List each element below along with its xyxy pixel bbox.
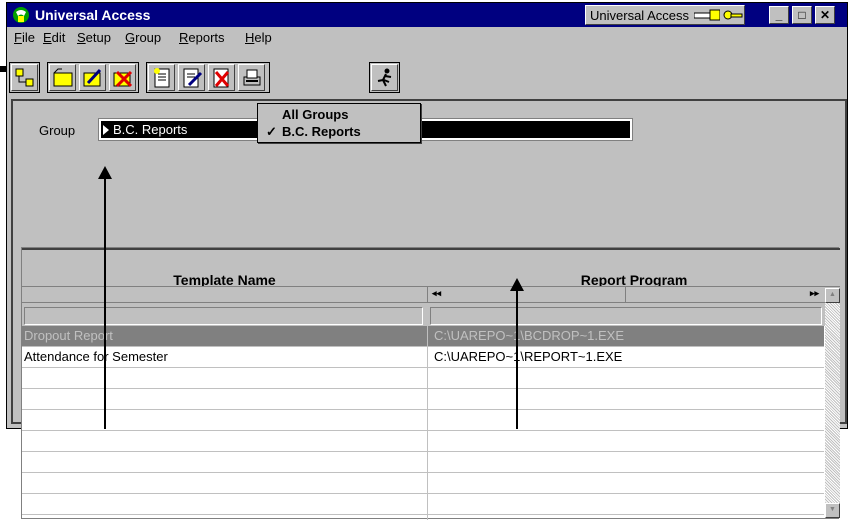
new-report-button[interactable]: [148, 64, 175, 91]
running-man-icon: [377, 68, 392, 87]
maximize-button[interactable]: □: [792, 6, 812, 24]
grid-hscroll-row: ◂◂ ▸▸: [22, 286, 840, 303]
dropdown-item-all-groups[interactable]: All Groups: [282, 107, 348, 122]
grid-filter-row: [22, 302, 840, 326]
vertical-scrollbar[interactable]: ▲ ▼: [825, 288, 840, 518]
empty-row[interactable]: [22, 431, 824, 452]
empty-row[interactable]: [22, 494, 824, 515]
column-divider: [427, 326, 428, 520]
table-row[interactable]: Dropout Report C:\UAREPO~1\BCDROP~1.EXE: [22, 326, 824, 347]
scroll-right-icon[interactable]: ▸▸: [810, 288, 819, 299]
empty-row[interactable]: [22, 410, 824, 431]
menu-edit[interactable]: Edit: [43, 30, 65, 45]
user-access-badge: Universal Access: [585, 5, 745, 25]
minimize-button[interactable]: _: [769, 6, 789, 24]
new-folder-icon: [53, 68, 73, 87]
edit-icon: [83, 68, 102, 87]
edit-group-button[interactable]: [79, 64, 106, 91]
annotation-arrow-line-left: [104, 178, 106, 429]
print-button[interactable]: [238, 64, 265, 91]
dropdown-item-bc-reports[interactable]: B.C. Reports: [282, 124, 361, 139]
template-grid: Template Name Report Program ◂◂ ▸▸ Dropo…: [21, 247, 840, 520]
menu-bar: File Edit Setup Group Reports Help: [7, 27, 847, 49]
empty-row[interactable]: [22, 473, 824, 494]
group-select-value: B.C. Reports: [113, 122, 188, 137]
filter-template-name[interactable]: [24, 307, 423, 325]
new-document-icon: [154, 68, 170, 88]
group-label: Group: [39, 123, 76, 138]
close-button[interactable]: ✕: [815, 6, 835, 24]
menu-group[interactable]: Group: [125, 30, 161, 45]
template-name-cell: Attendance for Semester: [24, 349, 168, 364]
hand-key-icon: [694, 9, 720, 21]
empty-row[interactable]: [22, 389, 824, 410]
printer-icon: [243, 69, 261, 86]
group-dropdown-menu: All Groups ✓ B.C. Reports: [257, 103, 421, 143]
expand-arrow-icon[interactable]: [103, 125, 109, 135]
scroll-up-button[interactable]: ▲: [825, 288, 840, 303]
template-name-cell: Dropout Report: [24, 328, 113, 343]
group-panel: Group B.C. Reports Template Name Report …: [11, 99, 847, 520]
menu-reports[interactable]: Reports: [179, 30, 225, 45]
edit-report-button[interactable]: [178, 64, 205, 91]
app-logo-icon: [13, 7, 29, 23]
annotation-arrow-up-icon: [98, 166, 112, 179]
delete-document-icon: [213, 68, 230, 88]
delete-report-button[interactable]: [208, 64, 235, 91]
toolbar: [7, 49, 847, 97]
menu-setup[interactable]: Setup: [77, 30, 111, 45]
filter-report-program[interactable]: [430, 307, 822, 325]
app-window: Universal Access Universal Access _ □ ✕ …: [6, 2, 848, 520]
annotation-arrow-up-icon: [510, 278, 524, 291]
badge-label: Universal Access: [590, 8, 689, 23]
grid-header: Template Name Report Program: [22, 248, 840, 288]
edit-document-icon: [183, 68, 203, 88]
scroll-down-button[interactable]: ▼: [825, 503, 840, 518]
menu-file[interactable]: File: [14, 30, 35, 45]
key-icon: [722, 8, 744, 22]
annotation-arrow-line-right: [516, 290, 518, 429]
title-bar[interactable]: Universal Access Universal Access _ □ ✕: [7, 3, 847, 27]
checkmark-icon: ✓: [266, 124, 277, 139]
report-program-cell: C:\UAREPO~1\REPORT~1.EXE: [434, 349, 623, 364]
report-program-cell: C:\UAREPO~1\BCDROP~1.EXE: [434, 328, 625, 343]
new-group-button[interactable]: [49, 64, 76, 91]
delete-group-button[interactable]: [109, 64, 136, 91]
menu-help[interactable]: Help: [245, 30, 272, 45]
window-title: Universal Access: [35, 7, 151, 23]
delete-icon: [113, 70, 133, 88]
empty-row[interactable]: [22, 452, 824, 473]
tree-icon: [15, 68, 34, 87]
run-button[interactable]: [371, 64, 398, 91]
tree-view-button[interactable]: [11, 64, 38, 91]
empty-row[interactable]: [22, 368, 824, 389]
scroll-left-icon[interactable]: ◂◂: [432, 288, 441, 299]
table-row[interactable]: Attendance for Semester C:\UAREPO~1\REPO…: [22, 347, 824, 368]
